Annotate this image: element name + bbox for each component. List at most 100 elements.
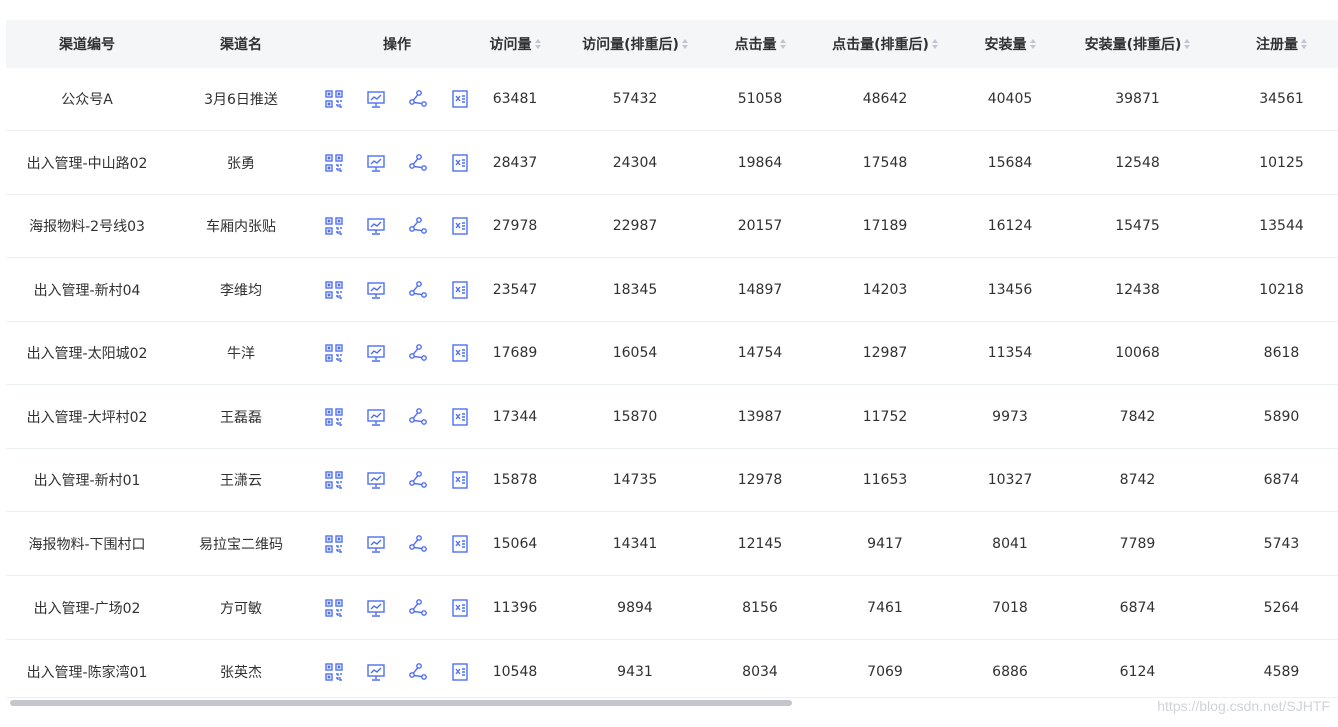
excel-export-icon[interactable] [449, 342, 471, 364]
cell-visits: 17689 [492, 345, 538, 361]
row-actions [314, 279, 480, 301]
cell-registrations: 5743 [1263, 535, 1300, 552]
cell-visits: 27978 [492, 218, 538, 234]
cell-channel-name: 王磊磊 [220, 409, 262, 426]
sort-caret-icon[interactable] [681, 39, 688, 49]
share-icon[interactable] [407, 469, 429, 491]
header-clicks-dedup[interactable]: 点击量(排重后) [800, 34, 970, 54]
chart-icon[interactable] [365, 406, 387, 428]
qrcode-icon[interactable] [323, 469, 345, 491]
header-channel-name: 渠道名 [220, 37, 262, 53]
cell-installs: 10327 [987, 472, 1033, 488]
table-row: 出入管理-新村04 李维均 23547 18345 14897 14203 13456 124… [6, 258, 1338, 322]
qrcode-icon[interactable] [323, 661, 345, 683]
cell-channel-id: 出入管理-大坪村02 [26, 409, 148, 426]
header-visits[interactable]: 访问量 [480, 34, 550, 54]
cell-clicks-dedup: 11653 [862, 472, 908, 488]
excel-export-icon[interactable] [449, 279, 471, 301]
row-actions [314, 215, 480, 237]
row-actions [314, 342, 480, 364]
cell-visits-dedup: 9431 [617, 663, 653, 680]
cell-visits: 10548 [492, 663, 538, 680]
cell-clicks-dedup: 14203 [862, 281, 908, 298]
cell-clicks: 8156 [742, 599, 778, 616]
excel-export-icon[interactable] [449, 661, 471, 683]
chart-icon[interactable] [365, 661, 387, 683]
header-clicks[interactable]: 点击量 [720, 34, 800, 54]
horizontal-scrollbar[interactable] [6, 697, 1338, 708]
chart-icon[interactable] [365, 215, 387, 237]
row-actions [314, 469, 480, 491]
qrcode-icon[interactable] [323, 406, 345, 428]
share-icon[interactable] [407, 597, 429, 619]
cell-visits: 23547 [492, 281, 538, 298]
share-icon[interactable] [407, 406, 429, 428]
cell-channel-name: 王潇云 [220, 473, 262, 489]
share-icon[interactable] [407, 279, 429, 301]
action-icons [314, 88, 480, 110]
cell-channel-id: 海报物料-下围村口 [28, 536, 146, 553]
excel-export-icon[interactable] [449, 597, 471, 619]
cell-clicks: 13987 [737, 408, 783, 425]
cell-clicks: 14754 [737, 345, 783, 361]
cell-channel-id: 出入管理-广场02 [33, 600, 141, 617]
cell-installs-dedup: 15475 [1115, 218, 1160, 234]
header-installs[interactable]: 安装量 [970, 34, 1050, 54]
sort-caret-icon[interactable] [1029, 39, 1036, 49]
sort-caret-icon[interactable] [779, 39, 786, 49]
excel-export-icon[interactable] [449, 88, 471, 110]
header-registrations[interactable]: 注册量 [1225, 34, 1338, 54]
cell-clicks-dedup: 9417 [867, 535, 903, 552]
chart-icon[interactable] [365, 279, 387, 301]
cell-channel-name: 李维均 [220, 282, 262, 299]
table-header: 渠道编号 渠道名 操作 访问量 访问量(排重后) 点击量 点击量(排重后) 安装… [6, 20, 1338, 68]
chart-icon[interactable] [365, 152, 387, 174]
cell-registrations: 5264 [1263, 599, 1300, 616]
qrcode-icon[interactable] [323, 342, 345, 364]
cell-clicks: 12978 [737, 472, 783, 488]
cell-visits: 15064 [492, 535, 538, 552]
qrcode-icon[interactable] [323, 88, 345, 110]
chart-icon[interactable] [365, 597, 387, 619]
excel-export-icon[interactable] [449, 152, 471, 174]
qrcode-icon[interactable] [323, 279, 345, 301]
share-icon[interactable] [407, 215, 429, 237]
excel-export-icon[interactable] [449, 533, 471, 555]
qrcode-icon[interactable] [323, 597, 345, 619]
chart-icon[interactable] [365, 533, 387, 555]
sort-caret-icon[interactable] [1301, 39, 1307, 49]
cell-clicks-dedup: 17189 [862, 218, 908, 234]
excel-export-icon[interactable] [449, 469, 471, 491]
share-icon[interactable] [407, 661, 429, 683]
sort-caret-icon[interactable] [1184, 39, 1191, 49]
header-visits-dedup[interactable]: 访问量(排重后) [550, 34, 720, 54]
cell-installs: 6886 [992, 663, 1028, 680]
chart-icon[interactable] [365, 469, 387, 491]
header-installs-dedup[interactable]: 安装量(排重后) [1050, 34, 1225, 54]
excel-export-icon[interactable] [449, 215, 471, 237]
cell-installs: 9973 [992, 408, 1028, 425]
chart-icon[interactable] [365, 88, 387, 110]
cell-registrations: 6874 [1263, 472, 1300, 488]
chart-icon[interactable] [365, 342, 387, 364]
cell-visits: 63481 [492, 91, 538, 107]
excel-export-icon[interactable] [449, 406, 471, 428]
cell-installs: 8041 [992, 535, 1028, 552]
action-icons [314, 661, 480, 683]
share-icon[interactable] [407, 533, 429, 555]
sort-caret-icon[interactable] [534, 39, 541, 49]
cell-visits-dedup: 15870 [612, 408, 658, 425]
cell-channel-name: 张勇 [227, 155, 255, 172]
sort-caret-icon[interactable] [931, 39, 938, 49]
cell-installs-dedup: 39871 [1115, 91, 1160, 107]
qrcode-icon[interactable] [323, 152, 345, 174]
share-icon[interactable] [407, 152, 429, 174]
share-icon[interactable] [407, 88, 429, 110]
qrcode-icon[interactable] [323, 215, 345, 237]
share-icon[interactable] [407, 342, 429, 364]
qrcode-icon[interactable] [323, 533, 345, 555]
channel-table: 渠道编号 渠道名 操作 访问量 访问量(排重后) 点击量 点击量(排重后) 安装… [6, 20, 1338, 704]
cell-channel-id: 出入管理-陈家湾01 [26, 664, 148, 681]
scrollbar-thumb[interactable] [10, 700, 792, 706]
cell-installs-dedup: 12438 [1115, 281, 1160, 298]
